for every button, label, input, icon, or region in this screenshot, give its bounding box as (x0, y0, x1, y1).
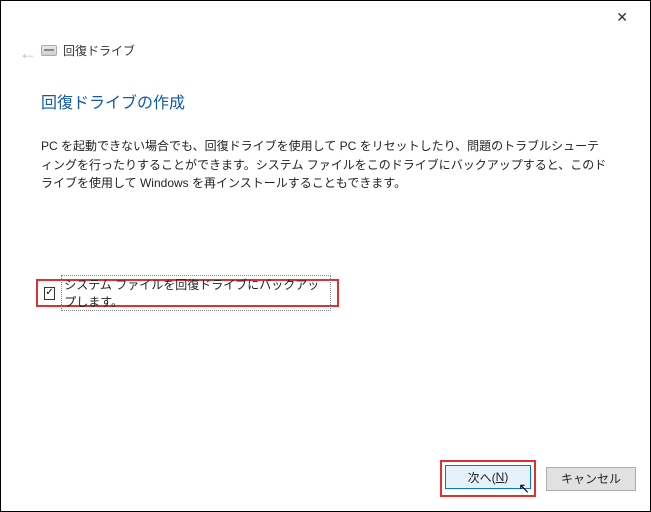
next-label-prefix: 次へ( (468, 469, 496, 486)
drive-icon (41, 45, 57, 56)
checkbox[interactable]: ✓ (44, 287, 55, 300)
next-highlight: 次へ(N) ↖ (440, 460, 536, 497)
next-label-suffix: ) (504, 470, 508, 484)
next-label-accel: N (496, 470, 505, 484)
wizard-title: 回復ドライブ (63, 42, 135, 59)
titlebar: ✕ (1, 1, 650, 29)
page-description: PC を起動できない場合でも、回復ドライブを使用して PC をリセットしたり、問… (41, 137, 610, 193)
back-arrow-icon: ← (19, 43, 37, 64)
checkbox-row[interactable]: ✓ システム ファイルを回復ドライブにバックアップします。 (36, 279, 339, 307)
checkbox-label: システム ファイルを回復ドライブにバックアップします。 (61, 275, 331, 311)
button-bar: 次へ(N) ↖ キャンセル (440, 460, 636, 497)
page-heading: 回復ドライブの作成 (41, 89, 185, 113)
close-button[interactable]: ✕ (606, 5, 638, 30)
cancel-button[interactable]: キャンセル (546, 467, 636, 491)
next-button[interactable]: 次へ(N) (445, 465, 531, 489)
